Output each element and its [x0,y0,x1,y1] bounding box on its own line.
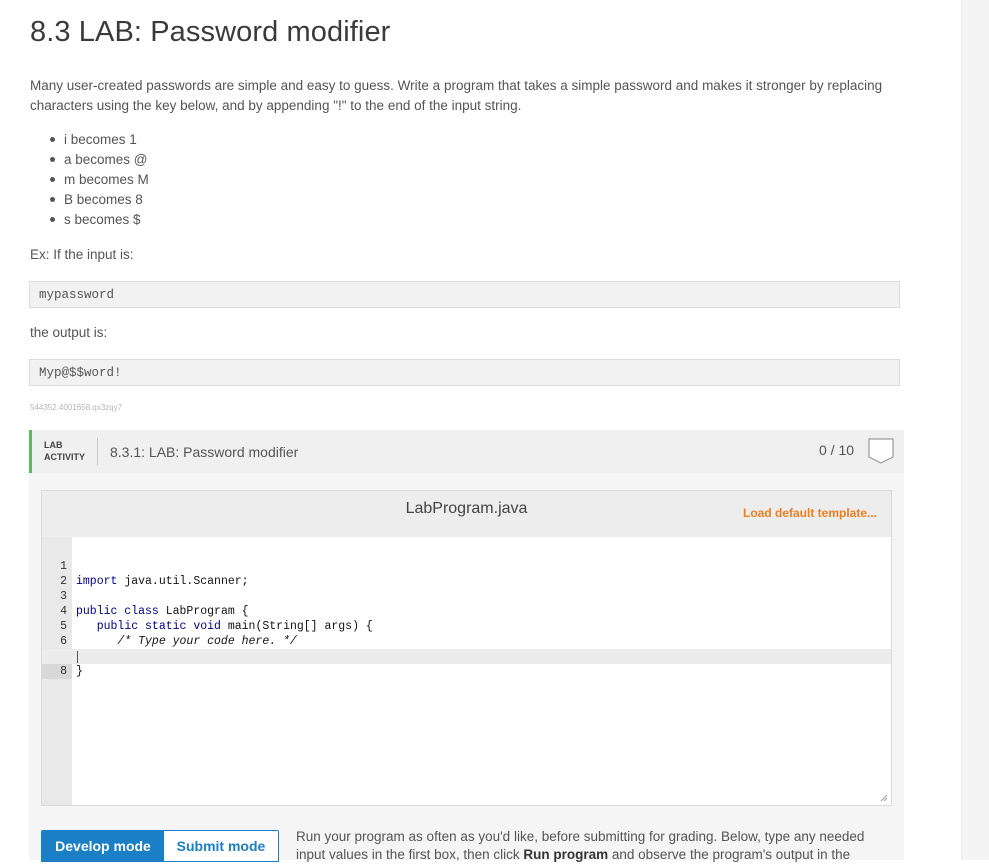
editor-toolbar: LabProgram.java Load default template... [42,491,891,537]
rule-text: i becomes 1 [64,132,137,147]
lab-header-divider [97,438,98,465]
rule-item: B becomes 8 [30,190,149,210]
right-scroll-gutter [961,0,989,860]
code-line-active[interactable]: 8 [42,649,891,679]
bullet-icon [50,177,55,182]
score-badge-icon [868,438,894,464]
code-editor[interactable]: LabProgram.java Load default template...… [41,490,892,806]
rule-text: m becomes M [64,172,149,187]
replacement-rules-list: i becomes 1 a becomes @ m becomes M B be… [30,130,149,230]
bullet-icon [50,157,55,162]
bullet-icon [50,137,55,142]
text-cursor [77,651,78,663]
load-default-template-link[interactable]: Load default template... [743,506,877,520]
rule-text: a becomes @ [64,152,148,167]
code-line[interactable]: 3 public class LabProgram { [42,574,891,618]
bullet-icon [50,197,55,202]
lab-tag-line2: ACTIVITY [44,452,86,462]
line-number: 8 [42,664,72,679]
code-line[interactable]: 7 } [42,634,891,678]
rule-text: s becomes $ [64,212,141,227]
code-line[interactable]: 5 /* Type your code here. */ [42,604,891,648]
code-line[interactable]: 6 } [42,619,891,663]
rule-text: B becomes 8 [64,192,143,207]
lab-tag-line1: LAB [44,440,63,450]
lab-activity-title: 8.3.1: LAB: Password modifier [110,444,299,460]
example-input-label: Ex: If the input is: [30,247,134,262]
code-line[interactable]: 1 import java.util.Scanner; [42,544,891,588]
resize-grip-icon[interactable] [880,794,888,802]
code-area[interactable]: 1 import java.util.Scanner; 2 3 public c… [42,544,891,679]
lab-activity-header: LAB ACTIVITY 8.3.1: LAB: Password modifi… [29,430,904,473]
content-id: 544352.4001658.qx3zqy7 [30,403,123,412]
mode-toggle: Develop mode Submit mode [41,830,279,862]
rule-item: i becomes 1 [30,130,149,150]
rule-item: a becomes @ [30,150,149,170]
page-title: 8.3 LAB: Password modifier [30,16,391,48]
code-line[interactable]: 2 [42,559,891,588]
example-output-label: the output is: [30,325,108,340]
example-output-block: Myp@$$word! [29,359,900,386]
submit-mode-button[interactable]: Submit mode [164,831,278,861]
lab-activity-tag: LAB ACTIVITY [44,439,85,463]
develop-mode-button[interactable]: Develop mode [42,831,164,861]
rule-item: s becomes $ [30,210,149,230]
bullet-icon [50,217,55,222]
rule-item: m becomes M [30,170,149,190]
lab-score: 0 / 10 [819,442,855,458]
run-instructions: Run your program as often as you'd like,… [296,828,896,864]
lab-description: Many user-created passwords are simple a… [30,78,883,113]
example-input-block: mypassword [29,281,900,308]
code-line[interactable]: 4 public static void main(String[] args)… [42,589,891,633]
